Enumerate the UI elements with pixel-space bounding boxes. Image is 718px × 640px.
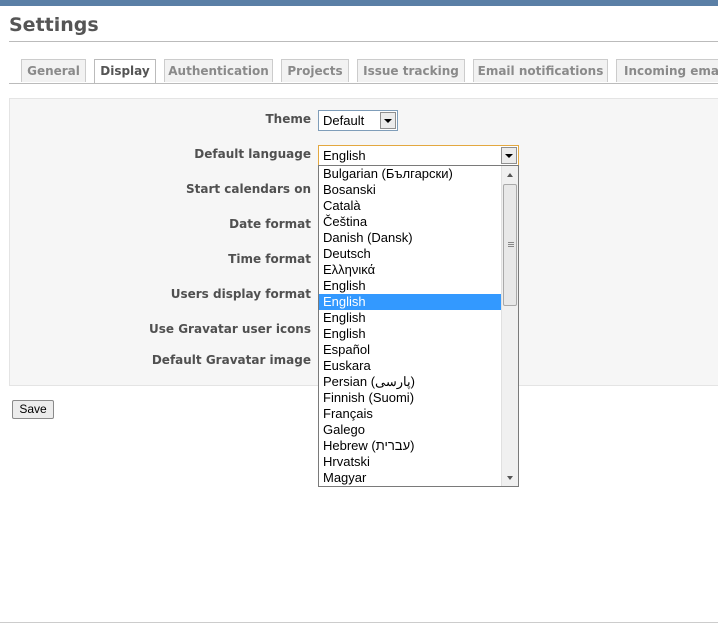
language-option[interactable]: Bulgarian (Български) xyxy=(319,166,502,182)
language-option[interactable]: Magyar xyxy=(319,470,502,486)
theme-select[interactable]: Default xyxy=(318,110,398,131)
chevron-down-icon[interactable] xyxy=(380,112,396,129)
language-dropdown-list[interactable]: Bulgarian (Български) Bosanski Català Če… xyxy=(318,165,519,487)
language-option[interactable]: Persian (پارسی) xyxy=(319,374,502,390)
default-language-select-value: English xyxy=(323,148,366,163)
language-option[interactable]: Čeština xyxy=(319,214,502,230)
language-option[interactable]: English xyxy=(319,278,502,294)
scrollbar-thumb[interactable] xyxy=(503,184,517,306)
title-divider xyxy=(9,41,718,42)
language-option[interactable]: Ελληνικά xyxy=(319,262,502,278)
settings-tabs: General Display Authentication Projects … xyxy=(0,59,718,84)
users-display-format-label: Users display format xyxy=(170,287,311,301)
theme-select-value: Default xyxy=(323,113,365,128)
tabs-underline xyxy=(9,83,718,84)
tab-issue-tracking[interactable]: Issue tracking xyxy=(357,59,465,82)
default-language-label: Default language xyxy=(194,147,311,161)
language-option[interactable]: Français xyxy=(319,406,502,422)
language-option[interactable]: Deutsch xyxy=(319,246,502,262)
tab-general[interactable]: General xyxy=(21,59,86,82)
tab-authentication[interactable]: Authentication xyxy=(164,59,273,82)
time-format-label: Time format xyxy=(228,252,311,266)
default-gravatar-image-label: Default Gravatar image xyxy=(151,353,311,367)
tab-email-notifications[interactable]: Email notifications xyxy=(473,59,608,82)
tab-display[interactable]: Display xyxy=(94,59,156,84)
chevron-down-icon[interactable] xyxy=(501,147,517,164)
default-language-select[interactable]: English xyxy=(318,145,519,166)
scroll-down-arrow-icon[interactable] xyxy=(502,469,518,486)
tab-incoming-emails[interactable]: Incoming emai xyxy=(616,59,718,82)
language-option[interactable]: Galego xyxy=(319,422,502,438)
footer-divider xyxy=(0,622,718,623)
use-gravatar-label: Use Gravatar user icons xyxy=(149,322,311,336)
tab-projects[interactable]: Projects xyxy=(281,59,349,82)
language-option[interactable]: Danish (Dansk) xyxy=(319,230,502,246)
start-calendars-label: Start calendars on xyxy=(185,182,311,196)
date-format-label: Date format xyxy=(229,217,311,231)
language-option[interactable]: English xyxy=(319,294,502,310)
language-option[interactable]: Español xyxy=(319,342,502,358)
dropdown-scrollbar[interactable] xyxy=(501,166,518,486)
scroll-up-arrow-icon[interactable] xyxy=(502,166,518,183)
language-option[interactable]: Hebrew (עברית) xyxy=(319,438,502,454)
language-option[interactable]: English xyxy=(319,310,502,326)
language-option[interactable]: Hrvatski xyxy=(319,454,502,470)
language-option[interactable]: Català xyxy=(319,198,502,214)
language-options: Bulgarian (Български) Bosanski Català Če… xyxy=(319,166,502,486)
language-option[interactable]: Finnish (Suomi) xyxy=(319,390,502,406)
theme-label: Theme xyxy=(265,112,311,126)
top-header-bar xyxy=(0,0,718,6)
language-option[interactable]: English xyxy=(319,326,502,342)
language-option[interactable]: Bosanski xyxy=(319,182,502,198)
save-button[interactable]: Save xyxy=(12,400,54,419)
page-title: Settings xyxy=(9,14,99,36)
language-option[interactable]: Euskara xyxy=(319,358,502,374)
